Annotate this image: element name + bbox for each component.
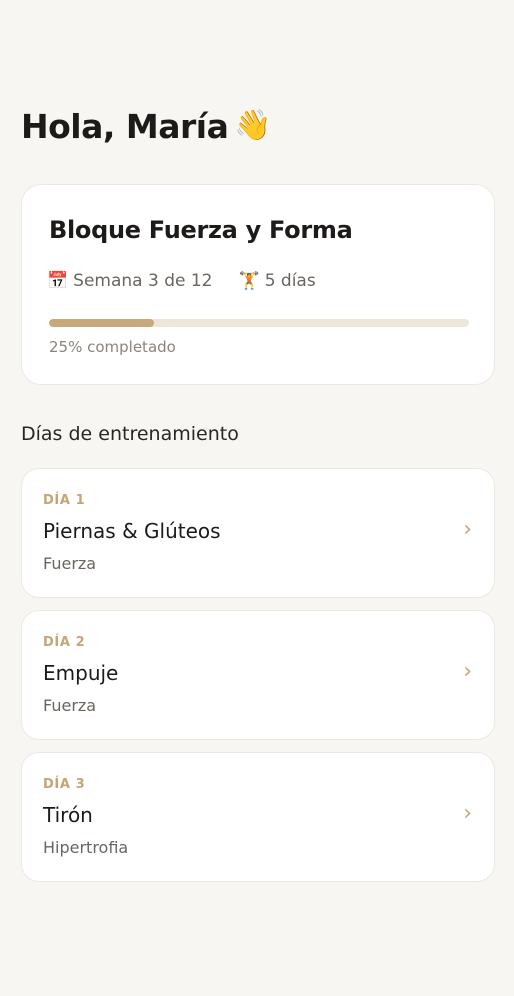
day-name: Piernas & Glúteos	[43, 519, 221, 543]
day-type: Fuerza	[43, 554, 97, 573]
day-label: DÍA 3	[43, 777, 86, 792]
weightlifter-icon: 🏋️	[238, 270, 260, 291]
chevron-right-icon: ›	[463, 801, 472, 826]
greeting-text: Hola, María	[21, 106, 229, 146]
chevron-right-icon: ›	[463, 659, 472, 684]
progress-bar	[49, 319, 469, 327]
day-label: DÍA 1	[43, 493, 86, 508]
home-screen: Hola, María 👋 Bloque Fuerza y Forma 📅 Se…	[0, 0, 514, 996]
day-label: DÍA 2	[43, 635, 86, 650]
greeting-heading: Hola, María 👋	[21, 104, 272, 148]
progress-bar-fill	[49, 319, 154, 327]
block-meta: 📅 Semana 3 de 12 🏋️ 5 días	[47, 271, 316, 291]
progress-label: 25% completado	[49, 338, 176, 356]
calendar-icon: 📅	[47, 270, 69, 291]
days-text: 5 días	[264, 271, 316, 291]
day-card-2[interactable]: DÍA 2 Empuje Fuerza ›	[21, 610, 495, 740]
block-title: Bloque Fuerza y Forma	[49, 216, 353, 244]
day-type: Fuerza	[43, 696, 97, 715]
week-info: 📅 Semana 3 de 12	[47, 271, 213, 291]
day-name: Empuje	[43, 661, 119, 685]
day-type: Hipertrofia	[43, 838, 129, 857]
section-title: Días de entrenamiento	[21, 423, 239, 445]
chevron-right-icon: ›	[463, 517, 472, 542]
training-block-card[interactable]: Bloque Fuerza y Forma 📅 Semana 3 de 12 🏋…	[21, 184, 495, 385]
days-info: 🏋️ 5 días	[239, 271, 316, 291]
day-card-3[interactable]: DÍA 3 Tirón Hipertrofia ›	[21, 752, 495, 882]
week-text: Semana 3 de 12	[73, 271, 213, 291]
day-name: Tirón	[43, 803, 93, 827]
day-card-1[interactable]: DÍA 1 Piernas & Glúteos Fuerza ›	[21, 468, 495, 598]
waving-hand-icon: 👋	[234, 108, 272, 143]
